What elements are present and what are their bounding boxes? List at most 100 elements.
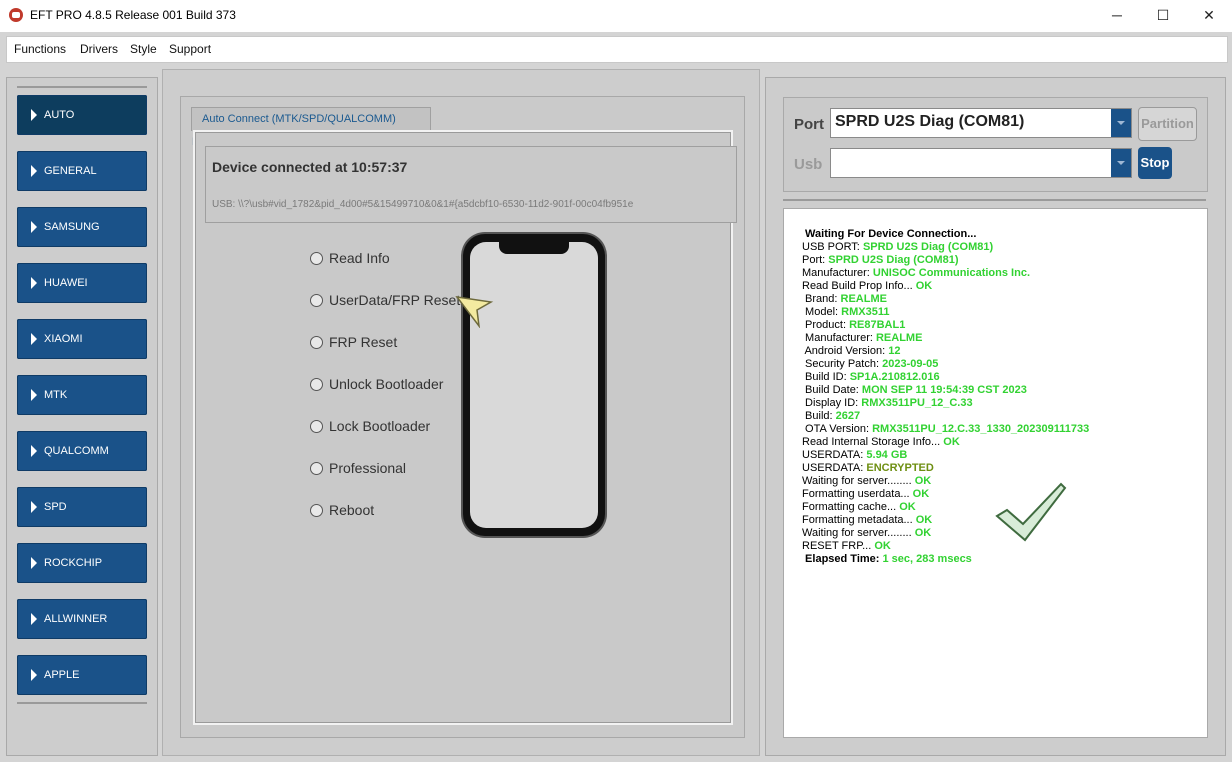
maximize-button[interactable]: ☐ <box>1140 0 1186 32</box>
radio-button[interactable] <box>310 462 323 475</box>
log-line: Port: SPRD U2S Diag (COM81) <box>802 254 1089 267</box>
log-label: Formatting metadata... <box>802 514 916 526</box>
log-value: OK <box>915 514 933 526</box>
sidebar-item-label: XIAOMI <box>44 333 83 345</box>
sidebar-item-label: SAMSUNG <box>44 221 100 233</box>
radio-button[interactable] <box>310 252 323 265</box>
log-value: RMX3511PU_12.C.33_1330_202309111733 <box>872 423 1090 435</box>
radio-button[interactable] <box>310 420 323 433</box>
log-label: Android Version: <box>802 345 889 357</box>
log-value: SP1A.210812.016 <box>849 371 940 383</box>
chevron-down-icon[interactable] <box>1111 149 1131 177</box>
log-value: RE87BAL1 <box>849 319 906 331</box>
menu-bar: Functions Drivers Style Support <box>6 36 1228 63</box>
log-label: Model: <box>802 306 842 318</box>
log-line: Waiting For Device Connection... <box>802 228 1089 241</box>
log-line: Manufacturer: REALME <box>802 332 1089 345</box>
usb-select[interactable] <box>830 148 1132 178</box>
stop-button[interactable]: Stop <box>1138 147 1172 179</box>
log-label: Brand: <box>802 293 841 305</box>
option-label: Reboot <box>329 502 375 518</box>
sidebar-item-mtk[interactable]: MTK <box>17 375 147 415</box>
sidebar-item-qualcomm[interactable]: QUALCOMM <box>17 431 147 471</box>
port-select[interactable]: SPRD U2S Diag (COM81) <box>830 108 1132 138</box>
log-line: Build ID: SP1A.210812.016 <box>802 371 1089 384</box>
log-value: OK <box>874 540 891 552</box>
sidebar-item-allwinner[interactable]: ALLWINNER <box>17 599 147 639</box>
radio-button[interactable] <box>310 294 323 307</box>
log-value: OK <box>915 280 933 292</box>
log-value: 1 sec, 283 msecs <box>882 553 972 565</box>
partition-button[interactable]: Partition <box>1138 107 1197 141</box>
menu-functions[interactable]: Functions <box>14 42 66 56</box>
sidebar-item-label: HUAWEI <box>44 277 88 289</box>
sidebar-item-huawei[interactable]: HUAWEI <box>17 263 147 303</box>
log-line: Read Internal Storage Info... OK <box>802 436 1089 449</box>
option-label: FRP Reset <box>329 334 398 350</box>
menu-support[interactable]: Support <box>169 42 211 56</box>
sidebar-item-apple[interactable]: APPLE <box>17 655 147 695</box>
log-line: OTA Version: RMX3511PU_12.C.33_1330_2023… <box>802 423 1089 436</box>
log-line: USERDATA: ENCRYPTED <box>802 462 1089 475</box>
log-line: Manufacturer: UNISOC Communications Inc. <box>802 267 1089 280</box>
radio-button[interactable] <box>310 336 323 349</box>
device-info-box: Device connected at 10:57:37 USB: \\?\us… <box>205 146 737 223</box>
minimize-button[interactable]: ─ <box>1094 0 1140 32</box>
log-line: Security Patch: 2023-09-05 <box>802 358 1089 371</box>
port-select-value: SPRD U2S Diag (COM81) <box>835 113 1025 130</box>
log-value: REALME <box>840 293 887 305</box>
usb-label: Usb <box>794 156 823 173</box>
sidebar-item-auto[interactable]: AUTO <box>17 95 147 135</box>
expand-arrow-icon <box>31 165 37 177</box>
tab-auto-connect[interactable]: Auto Connect (MTK/SPD/QUALCOMM) BETA2 <box>191 107 431 148</box>
expand-arrow-icon <box>31 277 37 289</box>
sidebar: AUTO GENERAL SAMSUNG HUAWEI XIAOMI MTK Q… <box>6 77 158 756</box>
log-label: Waiting for server........ <box>802 527 915 539</box>
expand-arrow-icon <box>31 389 37 401</box>
menu-style[interactable]: Style <box>130 42 157 56</box>
log-label: Read Build Prop Info... <box>802 280 916 292</box>
log-value: RMX3511 <box>841 306 890 318</box>
sidebar-item-label: QUALCOMM <box>44 445 109 457</box>
expand-arrow-icon <box>31 501 37 513</box>
radio-button[interactable] <box>310 504 323 517</box>
log-label: USB PORT: <box>802 241 863 253</box>
expand-arrow-icon <box>31 445 37 457</box>
expand-arrow-icon <box>31 109 37 121</box>
log-line: Brand: REALME <box>802 293 1089 306</box>
sidebar-item-rockchip[interactable]: ROCKCHIP <box>17 543 147 583</box>
log-line: Display ID: RMX3511PU_12_C.33 <box>802 397 1089 410</box>
usb-path: USB: \\?\usb#vid_1782&pid_4d00#5&1549971… <box>212 199 634 210</box>
option-label: Lock Bootloader <box>329 418 431 434</box>
sidebar-item-xiaomi[interactable]: XIAOMI <box>17 319 147 359</box>
sidebar-item-label: SPD <box>44 501 67 513</box>
sidebar-item-general[interactable]: GENERAL <box>17 151 147 191</box>
log-value: OK <box>914 527 932 539</box>
log-value: OK <box>912 488 930 500</box>
log-line: Elapsed Time: 1 sec, 283 msecs <box>802 553 1089 566</box>
sidebar-item-label: GENERAL <box>44 165 97 177</box>
log-value: MON SEP 11 19:54:39 CST 2023 <box>861 384 1027 396</box>
log-label: Waiting for server........ <box>802 475 915 487</box>
expand-arrow-icon <box>31 557 37 569</box>
sidebar-item-label: APPLE <box>44 669 80 681</box>
menu-drivers[interactable]: Drivers <box>80 42 118 56</box>
log-label: USERDATA: <box>802 449 867 461</box>
close-button[interactable]: ✕ <box>1186 0 1232 32</box>
log-line: Build Date: MON SEP 11 19:54:39 CST 2023 <box>802 384 1089 397</box>
log-value: 2627 <box>835 410 861 422</box>
log-value: RMX3511PU_12_C.33 <box>861 397 973 409</box>
window-title: EFT PRO 4.8.5 Release 001 Build 373 <box>30 8 236 22</box>
sidebar-item-spd[interactable]: SPD <box>17 487 147 527</box>
log-value: REALME <box>875 332 923 344</box>
log-label: Build ID: <box>802 371 850 383</box>
log-line: Android Version: 12 <box>802 345 1089 358</box>
expand-arrow-icon <box>31 669 37 681</box>
radio-button[interactable] <box>310 378 323 391</box>
chevron-down-icon[interactable] <box>1111 109 1131 137</box>
pointer-cursor-icon <box>455 295 494 328</box>
log-label: Formatting cache... <box>802 501 900 513</box>
sidebar-item-samsung[interactable]: SAMSUNG <box>17 207 147 247</box>
log-label: Build: <box>802 410 836 422</box>
device-connected-status: Device connected at 10:57:37 <box>212 159 408 175</box>
